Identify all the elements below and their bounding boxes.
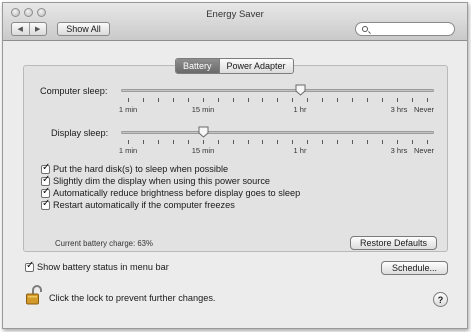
display-sleep-tick-label: 15 min (191, 146, 215, 155)
show-battery-status-checkbox[interactable] (25, 260, 34, 272)
computer-sleep-tick-label: 15 min (191, 105, 215, 114)
forward-arrow-icon[interactable]: ▶ (28, 23, 47, 35)
dim-display-checkbox[interactable] (41, 174, 50, 186)
show-battery-status-option[interactable]: Show battery status in menu bar (25, 260, 169, 273)
computer-sleep-tick-label: 1 min (118, 105, 138, 114)
back-forward-control: ◀ ▶ (11, 22, 47, 36)
search-icon (362, 26, 368, 32)
title-bar: Energy Saver ◀ ▶ Show All (3, 3, 467, 41)
computer-sleep-track[interactable] (121, 89, 434, 92)
restart-on-freeze-label: Restart automatically if the computer fr… (53, 200, 235, 210)
dim-display-label: Slightly dim the display when using this… (53, 176, 271, 186)
lock-icon[interactable] (26, 285, 42, 305)
reduce-brightness-label: Automatically reduce brightness before d… (53, 188, 301, 198)
hard-disk-sleep-option[interactable]: Put the hard disk(s) to sleep when possi… (41, 162, 229, 175)
restart-on-freeze-option[interactable]: Restart automatically if the computer fr… (41, 198, 235, 211)
computer-sleep-tick-label: Never (413, 105, 435, 114)
reduce-brightness-option[interactable]: Automatically reduce brightness before d… (41, 186, 301, 199)
computer-sleep-tick-label: 3 hrs (390, 105, 408, 114)
dim-display-option[interactable]: Slightly dim the display when using this… (41, 174, 271, 187)
computer-sleep-label: Computer sleep: (40, 86, 108, 96)
tab-bar: Battery Power Adapter (175, 58, 294, 74)
search-field[interactable] (355, 22, 455, 36)
window-title: Energy Saver (206, 9, 264, 20)
show-all-button[interactable]: Show All (57, 22, 110, 36)
display-sleep-label: Display sleep: (51, 128, 109, 138)
restore-defaults-button[interactable]: Restore Defaults (350, 236, 437, 250)
computer-sleep-ticks (128, 98, 428, 102)
display-sleep-tick-label: 1 hr (293, 146, 307, 155)
tab-power-adapter[interactable]: Power Adapter (218, 59, 293, 73)
computer-sleep-tick-label: 1 hr (293, 105, 307, 114)
display-sleep-tick-label: 3 hrs (390, 146, 408, 155)
restart-on-freeze-checkbox[interactable] (41, 198, 50, 210)
show-battery-status-label: Show battery status in menu bar (37, 262, 169, 272)
computer-sleep-slider-knob[interactable] (295, 84, 306, 96)
display-sleep-track[interactable] (121, 131, 434, 134)
hard-disk-sleep-checkbox[interactable] (41, 162, 50, 174)
lock-instruction-text: Click the lock to prevent further change… (49, 293, 216, 303)
hard-disk-sleep-label: Put the hard disk(s) to sleep when possi… (53, 164, 229, 174)
back-arrow-icon[interactable]: ◀ (12, 23, 29, 35)
display-sleep-slider-knob[interactable] (198, 126, 209, 138)
help-icon[interactable]: ? (433, 292, 448, 307)
display-sleep-ticks (128, 140, 428, 144)
display-sleep-tick-label: 1 min (118, 146, 138, 155)
reduce-brightness-checkbox[interactable] (41, 186, 50, 198)
schedule-button[interactable]: Schedule... (381, 261, 448, 275)
display-sleep-tick-label: Never (413, 146, 435, 155)
battery-charge-text: Current battery charge: 63% (55, 239, 153, 248)
tab-battery[interactable]: Battery (176, 59, 219, 73)
energy-saver-window: Energy Saver ◀ ▶ Show All Battery Power … (2, 2, 468, 329)
